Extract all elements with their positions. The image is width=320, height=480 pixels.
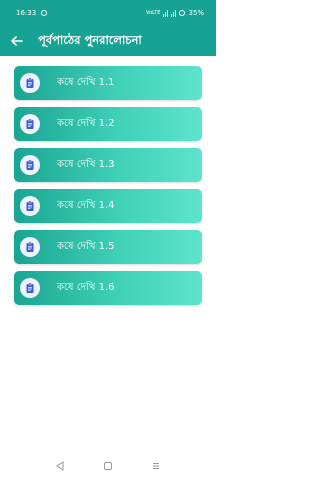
status-left: 16:33 [16,9,48,17]
exercise-item-label: কষে দেখি 1.1 [57,76,115,88]
notification-icon [41,10,48,16]
exercise-item[interactable]: কষে দেখি 1.1 [14,66,202,100]
exercise-item[interactable]: কষে দেখি 1.4 [14,189,202,223]
exercise-item[interactable]: কষে দেখি 1.3 [14,148,202,182]
status-right: VoLTE 35% [146,9,204,17]
volte-icon: VoLTE [146,9,161,16]
exercise-item[interactable]: কষে দেখি 1.5 [14,230,202,264]
app-header: পূর্বপাঠের পুনরালোচনা [0,26,216,56]
signal-icon-2 [171,9,177,17]
status-bar: 16:33 VoLTE 35% [0,0,216,26]
exercise-item-label: কষে দেখি 1.3 [57,158,115,170]
exercise-list: কষে দেখি 1.1 কষে দেখি 1.2 কষে দেখি 1.3 কষে … [14,66,202,312]
exercise-item-label: কষে দেখি 1.4 [57,199,115,211]
clipboard-icon [20,196,40,216]
exercise-item-label: কষে দেখি 1.6 [57,281,115,293]
clipboard-icon [20,278,40,298]
status-time: 16:33 [16,9,37,17]
clipboard-icon [20,114,40,134]
system-nav-bar [0,450,216,480]
battery-percent: 35% [188,9,204,17]
clipboard-icon [20,237,40,257]
battery-icon [179,10,186,16]
triangle-back-icon[interactable] [55,456,65,475]
page-title: পূর্বপাঠের পুনরালোচনা [38,32,142,47]
menu-recents-icon[interactable] [151,456,161,475]
signal-icon [163,9,169,17]
exercise-item-label: কষে দেখি 1.2 [57,117,115,129]
exercise-item-label: কষে দেখি 1.5 [57,240,115,252]
exercise-item[interactable]: কষে দেখি 1.6 [14,271,202,305]
arrow-left-icon[interactable] [8,32,26,50]
square-home-icon[interactable] [103,456,113,475]
exercise-item[interactable]: কষে দেখি 1.2 [14,107,202,141]
clipboard-icon [20,73,40,93]
clipboard-icon [20,155,40,175]
